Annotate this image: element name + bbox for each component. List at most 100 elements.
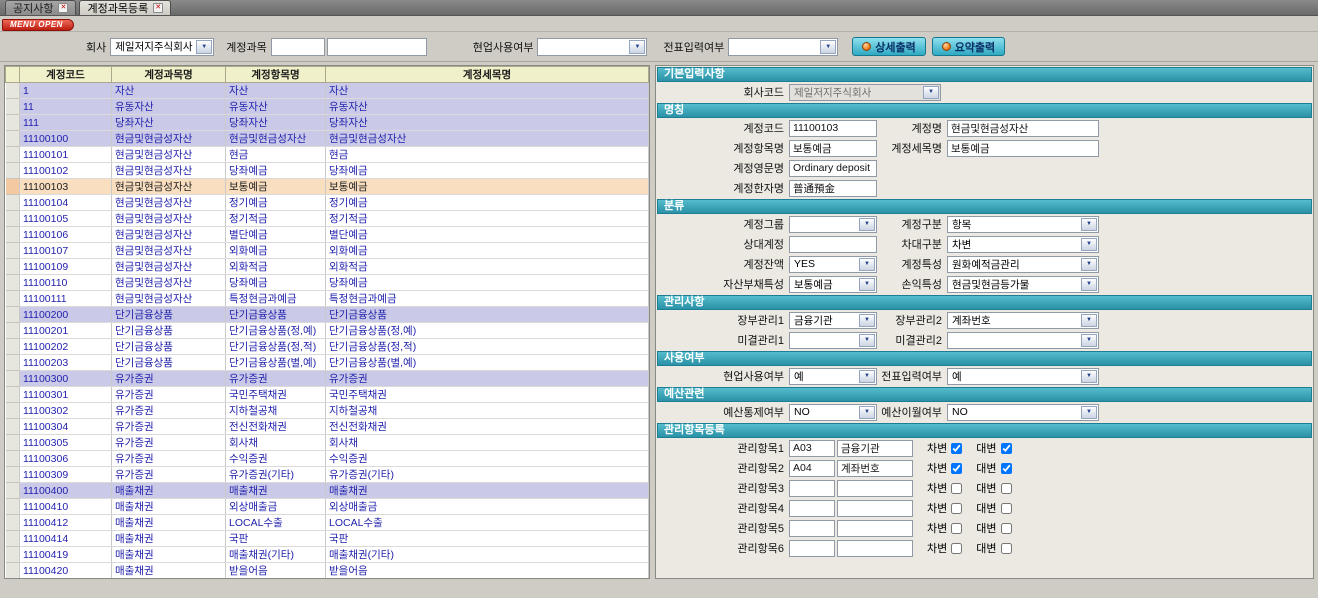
table-row[interactable]: 11100110현금및현금성자산당좌예금당좌예금 <box>6 275 649 291</box>
credit-checkbox[interactable] <box>1001 483 1012 494</box>
table-row[interactable]: 11100400매출채권매출채권매출채권 <box>6 483 649 499</box>
detail-name-input[interactable] <box>947 140 1099 157</box>
account-division-select[interactable]: 항목 <box>947 216 1099 233</box>
row-selector[interactable] <box>6 483 20 499</box>
table-row[interactable]: 11100420매출채권받을어음받을어음 <box>6 563 649 579</box>
debit-checkbox[interactable] <box>951 463 962 474</box>
slip-entry-select[interactable]: 예 <box>947 368 1099 385</box>
mgmt-item-code-input[interactable] <box>789 440 835 457</box>
menu-open-button[interactable]: MENU OPEN <box>2 19 74 31</box>
debit-checkbox[interactable] <box>951 543 962 554</box>
account-group-select[interactable] <box>789 216 877 233</box>
table-row[interactable]: 11100414매출채권국판국판 <box>6 531 649 547</box>
table-row[interactable]: 11100412매출채권LOCAL수출LOCAL수출 <box>6 515 649 531</box>
row-selector[interactable] <box>6 291 20 307</box>
mgmt-item-code-input[interactable] <box>789 500 835 517</box>
tab-close-icon[interactable]: ✕ <box>58 3 68 13</box>
table-row[interactable]: 11100101현금및현금성자산현금현금 <box>6 147 649 163</box>
company-select[interactable]: 제일저지주식회사 <box>110 38 214 56</box>
row-selector[interactable] <box>6 419 20 435</box>
budget-carryover-select[interactable]: NO <box>947 404 1099 421</box>
company-code-select[interactable]: 제일저지주식회사 <box>789 84 941 101</box>
debit-checkbox[interactable] <box>951 503 962 514</box>
row-selector[interactable] <box>6 371 20 387</box>
table-row[interactable]: 11100100현금및현금성자산현금및현금성자산현금및현금성자산 <box>6 131 649 147</box>
counter-account-input[interactable] <box>789 236 877 253</box>
row-selector[interactable] <box>6 195 20 211</box>
book-mgmt1-select[interactable]: 금융기관 <box>789 312 877 329</box>
table-row[interactable]: 11100305유가증권회사채회사채 <box>6 435 649 451</box>
table-row[interactable]: 11100103현금및현금성자산보통예금보통예금 <box>6 179 649 195</box>
row-selector[interactable] <box>6 563 20 579</box>
row-selector[interactable] <box>6 579 20 580</box>
tab-close-icon[interactable]: ✕ <box>153 3 163 13</box>
row-selector[interactable] <box>6 531 20 547</box>
detail-print-button[interactable]: 상세출력 <box>852 37 925 56</box>
hanja-name-input[interactable] <box>789 180 877 197</box>
row-selector[interactable] <box>6 179 20 195</box>
account-name-input[interactable] <box>947 120 1099 137</box>
account-balance-select[interactable]: YES <box>789 256 877 273</box>
table-row[interactable]: 111당좌자산당좌자산당좌자산 <box>6 115 649 131</box>
table-row[interactable]: 11100306유가증권수익증권수익증권 <box>6 451 649 467</box>
row-selector[interactable] <box>6 115 20 131</box>
book-mgmt2-select[interactable]: 계좌번호 <box>947 312 1099 329</box>
slip-entry-filter-select[interactable] <box>728 38 838 56</box>
row-selector[interactable] <box>6 435 20 451</box>
row-selector[interactable] <box>6 131 20 147</box>
mgmt-item-name-input[interactable] <box>837 500 913 517</box>
row-selector[interactable] <box>6 163 20 179</box>
table-row[interactable]: 11100201단기금융상품단기금융상품(정,예)단기금융상품(정,예) <box>6 323 649 339</box>
credit-checkbox[interactable] <box>1001 543 1012 554</box>
table-row[interactable]: 11100304유가증권전신전화채권전신전화채권 <box>6 419 649 435</box>
row-selector[interactable] <box>6 339 20 355</box>
row-selector[interactable] <box>6 323 20 339</box>
eng-name-input[interactable] <box>789 160 877 177</box>
budget-control-select[interactable]: NO <box>789 404 877 421</box>
row-selector[interactable] <box>6 387 20 403</box>
table-row[interactable]: 11100106현금및현금성자산별단예금별단예금 <box>6 227 649 243</box>
table-row[interactable]: 11100300유가증권유가증권유가증권 <box>6 371 649 387</box>
table-row[interactable]: 11100203단기금융상품단기금융상품(별,예)단기금융상품(별,예) <box>6 355 649 371</box>
credit-checkbox[interactable] <box>1001 463 1012 474</box>
credit-checkbox[interactable] <box>1001 503 1012 514</box>
mgmt-item-name-input[interactable] <box>837 540 913 557</box>
table-row[interactable]: 11100419매출채권매출채권(기타)매출채권(기타) <box>6 547 649 563</box>
row-selector[interactable] <box>6 355 20 371</box>
table-row[interactable]: 11100107현금및현금성자산외화예금외화예금 <box>6 243 649 259</box>
table-row[interactable]: 11유동자산유동자산유동자산 <box>6 99 649 115</box>
row-selector[interactable] <box>6 227 20 243</box>
row-selector[interactable] <box>6 211 20 227</box>
row-selector[interactable] <box>6 451 20 467</box>
mgmt-item-name-input[interactable] <box>837 440 913 457</box>
mgmt-item-code-input[interactable] <box>789 540 835 557</box>
pl-trait-select[interactable]: 현금및현금등가물 <box>947 276 1099 293</box>
table-row[interactable]: 11100200단기금융상품단기금융상품단기금융상품 <box>6 307 649 323</box>
open-mgmt1-select[interactable] <box>789 332 877 349</box>
tab-account-registration[interactable]: 계정과목등록 ✕ <box>79 0 171 15</box>
biz-use-select[interactable]: 예 <box>789 368 877 385</box>
account-trait-select[interactable]: 원화예적금관리 <box>947 256 1099 273</box>
debit-checkbox[interactable] <box>951 443 962 454</box>
row-selector[interactable] <box>6 307 20 323</box>
row-selector[interactable] <box>6 259 20 275</box>
row-selector[interactable] <box>6 147 20 163</box>
summary-print-button[interactable]: 요약출력 <box>932 37 1005 56</box>
debit-checkbox[interactable] <box>951 523 962 534</box>
row-selector[interactable] <box>6 547 20 563</box>
table-row[interactable]: 11100111현금및현금성자산특정현금과예금특정현금과예금 <box>6 291 649 307</box>
item-name-input[interactable] <box>789 140 877 157</box>
table-row[interactable]: 11100301유가증권국민주택채권국민주택채권 <box>6 387 649 403</box>
row-selector[interactable] <box>6 275 20 291</box>
debit-checkbox[interactable] <box>951 483 962 494</box>
account-name-filter-input[interactable] <box>327 38 427 56</box>
credit-checkbox[interactable] <box>1001 443 1012 454</box>
row-selector[interactable] <box>6 83 20 99</box>
mgmt-item-code-input[interactable] <box>789 460 835 477</box>
mgmt-item-name-input[interactable] <box>837 460 913 477</box>
dc-division-select[interactable]: 차변 <box>947 236 1099 253</box>
table-row[interactable]: 11100410매출채권외상매출금외상매출금 <box>6 499 649 515</box>
table-row[interactable]: 11100302유가증권지하철공채지하철공채 <box>6 403 649 419</box>
table-row[interactable]: 11100422매출채권할인어음할인어음 <box>6 579 649 580</box>
row-selector[interactable] <box>6 515 20 531</box>
